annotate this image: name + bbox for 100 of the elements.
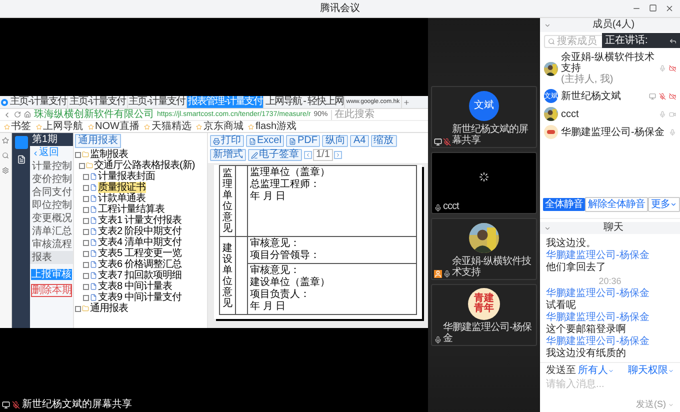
bookmark[interactable]: 上网导航 xyxy=(36,122,83,132)
favorites-icon[interactable] xyxy=(2,137,9,144)
toolbar-button[interactable]: 电子签章 xyxy=(248,149,302,161)
bookmark-icon xyxy=(36,124,42,130)
message-text: 试看呢 xyxy=(546,300,577,312)
tree-item[interactable]: 支表4 清单中期支付 xyxy=(98,237,182,248)
checkbox[interactable] xyxy=(79,162,85,168)
message-text: 这个要邮箱登录啊 xyxy=(546,324,627,336)
spreadsheet-icon xyxy=(249,138,256,144)
home-icon[interactable] xyxy=(24,111,31,118)
checkbox[interactable] xyxy=(83,284,89,290)
form-text: 年 月 日 xyxy=(250,301,287,313)
file-icon xyxy=(90,206,97,213)
menu-item[interactable]: 报表 xyxy=(30,251,73,264)
checkbox[interactable] xyxy=(83,218,89,224)
checkbox[interactable] xyxy=(83,206,89,212)
toolbar-button[interactable]: 纵向 xyxy=(322,135,348,147)
loading-spinner-icon xyxy=(479,172,489,182)
report-button[interactable]: 通用报表 xyxy=(75,134,121,148)
member-row[interactable]: 余亚娟-纵横软件技术支持 (主持人, 我) xyxy=(540,50,680,87)
caret-icon xyxy=(670,201,677,208)
tree-item[interactable]: 质量报证书 xyxy=(98,182,146,193)
tree-item[interactable]: 支表8 中间计量表 xyxy=(98,281,172,292)
close-icon[interactable] xyxy=(665,4,674,13)
form-text: 项目负责人： xyxy=(250,289,311,301)
checkbox[interactable] xyxy=(83,262,89,268)
chat-permissions-dropdown[interactable]: 聊天权限 xyxy=(628,365,674,377)
member-action-button[interactable]: 全体静音 xyxy=(543,198,585,211)
collapse-icon[interactable] xyxy=(544,22,551,28)
new-tab-icon[interactable] xyxy=(402,98,410,106)
video-tile[interactable]: 文斌 新世纪杨文斌的屏幕共享 xyxy=(431,86,537,148)
screen-share-icon xyxy=(2,401,10,409)
file-icon xyxy=(90,283,97,290)
bookmark-icon xyxy=(248,124,254,130)
file-icon xyxy=(90,228,97,235)
form-text: 监理单位（盖章） xyxy=(250,167,331,178)
tree-item[interactable]: 通用报表 xyxy=(90,303,128,314)
reload-icon[interactable] xyxy=(14,111,21,118)
tree-item[interactable]: 计量报表封面 xyxy=(98,171,155,182)
tree-item[interactable]: 工程计量结算表 xyxy=(98,204,164,215)
back-icon[interactable] xyxy=(3,110,11,118)
file-icon xyxy=(90,173,97,180)
toolbar-button[interactable]: 新增式 xyxy=(210,149,246,161)
previous-page-icon[interactable] xyxy=(304,151,312,159)
bookmark[interactable]: NOW直播 xyxy=(88,122,140,132)
toolbar-button[interactable]: Excel xyxy=(246,135,284,147)
tree-item[interactable]: 支表5 工程变更一览 xyxy=(98,248,182,259)
collapse-icon[interactable] xyxy=(544,224,551,232)
checkbox[interactable] xyxy=(83,250,89,256)
video-tile[interactable]: 青建青年 华鹏建监理公司-杨保金 xyxy=(431,284,537,346)
maximize-icon[interactable] xyxy=(649,4,657,12)
checkbox[interactable] xyxy=(83,228,89,234)
tree-item[interactable]: 支表6 价格调整汇总 xyxy=(98,259,182,270)
tree-item[interactable]: 支表7 扣回款项明细 xyxy=(98,270,182,281)
menu-item[interactable]: 审核流程 xyxy=(30,238,73,251)
file-icon xyxy=(90,195,97,202)
next-page-icon[interactable] xyxy=(334,151,342,159)
video-tile[interactable]: 余亚娟-纵横软件技术支持 xyxy=(431,218,537,280)
tree-item[interactable]: 支表9 中间计量支付 xyxy=(98,292,182,303)
menu-item[interactable]: 合同支付 xyxy=(30,186,73,199)
member-action-button[interactable]: 更多 xyxy=(648,197,680,212)
checkbox[interactable] xyxy=(75,306,81,312)
bookmark[interactable]: flash游戏 xyxy=(248,122,297,132)
checkbox[interactable] xyxy=(83,196,89,202)
delete-button[interactable]: 删除本期 xyxy=(31,284,72,297)
bookmark[interactable]: 天猫精选 xyxy=(144,122,192,132)
folder-icon xyxy=(82,151,89,158)
menu-item[interactable]: 即位控制 xyxy=(30,199,73,212)
video-tile[interactable]: ccct xyxy=(431,152,537,214)
member-row[interactable]: ccct xyxy=(540,105,680,123)
settings-icon[interactable] xyxy=(2,167,9,174)
checkbox[interactable] xyxy=(83,240,89,246)
tree-item[interactable]: 支表2 阶段中期支付 xyxy=(98,226,182,237)
checkbox[interactable] xyxy=(83,294,89,300)
search-icon[interactable] xyxy=(2,152,9,159)
menu-item[interactable]: 计量控制 xyxy=(30,160,73,173)
tree-item[interactable]: 计款单通表 xyxy=(98,193,146,204)
bookmark[interactable]: 京东商城 xyxy=(196,122,244,132)
toolbar-button[interactable]: 缩放 xyxy=(370,135,397,147)
menu-item[interactable]: 清单汇总 xyxy=(30,225,73,238)
menu-item[interactable]: 变更概况 xyxy=(30,212,73,225)
toolbar-button[interactable]: 打印 xyxy=(210,135,244,147)
checkbox[interactable] xyxy=(83,272,89,278)
member-row[interactable]: 华鹏建监理公司-杨保金 xyxy=(540,123,680,141)
form-text: 建设单位（盖章） xyxy=(250,277,331,288)
bookmark[interactable]: 书签 xyxy=(4,122,31,132)
toolbar-button[interactable]: PDF xyxy=(286,135,320,147)
member-action-button[interactable]: 解除全体静音 xyxy=(585,197,648,212)
page-field[interactable]: 1/1 xyxy=(313,149,333,161)
checkbox[interactable] xyxy=(75,152,81,158)
menu-item[interactable]: 变价控制 xyxy=(30,173,73,186)
tree-item[interactable]: 支表1 计量支付报表 xyxy=(98,215,182,226)
message-sender: 华鹏建监理公司-杨保金 xyxy=(546,250,650,262)
toolbar-button[interactable]: A4 xyxy=(350,135,369,147)
recipient-dropdown[interactable]: 所有人 xyxy=(578,365,614,377)
checkbox[interactable] xyxy=(83,174,89,180)
tree-item[interactable]: 监制报表 xyxy=(90,149,128,160)
report-icon[interactable] xyxy=(16,155,26,164)
checkbox[interactable] xyxy=(83,184,89,190)
tree-item[interactable]: 交通厅公路表格报表(新) xyxy=(94,160,195,171)
